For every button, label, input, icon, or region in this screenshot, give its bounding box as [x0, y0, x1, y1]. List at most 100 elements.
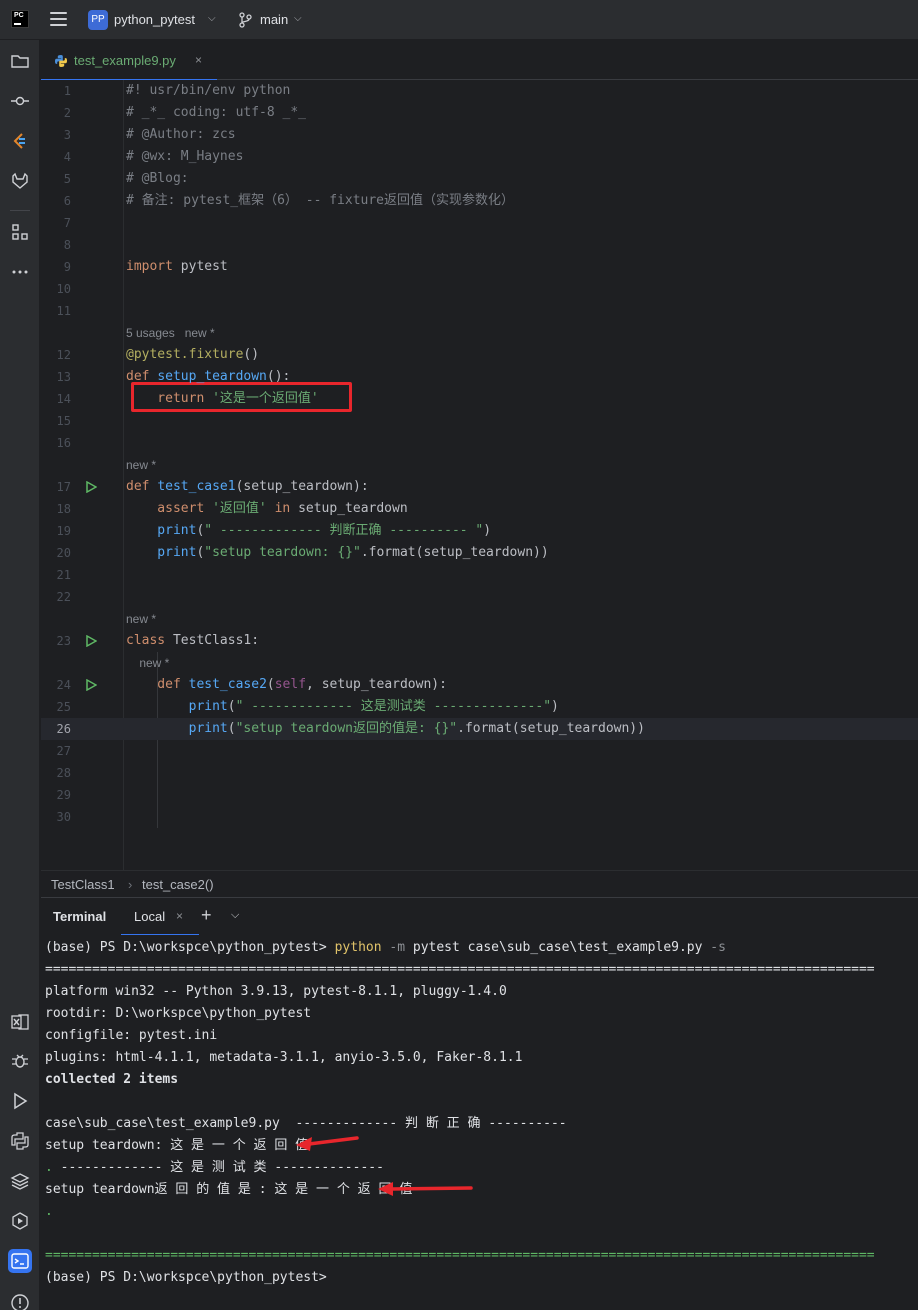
code-line[interactable]: 23 class TestClass1: — [41, 630, 918, 652]
code-lens-hint[interactable]: new * — [41, 454, 918, 476]
chevron-down-icon[interactable]: ⌵ — [231, 909, 239, 922]
run-gutter-icon[interactable] — [85, 481, 97, 493]
python-console-icon[interactable] — [8, 1129, 32, 1153]
excel-icon[interactable] — [8, 1010, 32, 1034]
code-line[interactable]: 7 — [41, 212, 918, 234]
code-line[interactable]: 14 return '这是一个返回值' — [41, 388, 918, 410]
line-number[interactable]: 10 — [41, 278, 71, 300]
terminal-tab-local[interactable]: Local × — [121, 898, 199, 936]
structure-icon[interactable] — [8, 220, 32, 244]
code-line[interactable]: 18 assert '返回值' in setup_teardown — [41, 498, 918, 520]
code-line[interactable]: 4 # @wx: M_Haynes — [41, 146, 918, 168]
usage-hint[interactable]: 5 usages new * — [126, 322, 215, 344]
line-number[interactable]: 30 — [41, 806, 71, 828]
code-line[interactable]: 11 — [41, 300, 918, 322]
code-editor[interactable]: 1 #! usr/bin/env python 2 # _*_ coding: utf… — [41, 80, 918, 870]
code-line[interactable]: 24 def test_case2(self, setup_teardown): — [41, 674, 918, 696]
main-menu-icon[interactable] — [50, 12, 67, 26]
project-badge[interactable]: PP — [88, 10, 108, 30]
folder-icon[interactable] — [8, 49, 32, 73]
usage-hint[interactable]: new * — [126, 454, 156, 476]
more-icon[interactable] — [8, 260, 32, 284]
code-line[interactable]: 3 # @Author: zcs — [41, 124, 918, 146]
line-number[interactable]: 21 — [41, 564, 71, 586]
code-line[interactable]: 27 — [41, 740, 918, 762]
services-icon[interactable] — [8, 1209, 32, 1233]
line-number[interactable]: 7 — [41, 212, 71, 234]
line-number[interactable]: 1 — [41, 80, 71, 102]
code-line[interactable]: 16 — [41, 432, 918, 454]
line-number[interactable]: 22 — [41, 586, 71, 608]
close-icon[interactable]: × — [176, 909, 183, 923]
code-line[interactable]: 17 def test_case1(setup_teardown): — [41, 476, 918, 498]
code-line[interactable]: 25 print(" ------------- 这是测试类 ---------… — [41, 696, 918, 718]
usage-hint[interactable]: new * — [126, 652, 169, 674]
chevron-down-icon[interactable]: ⌵ — [208, 13, 216, 24]
code-line[interactable]: 20 print("setup teardown: {}".format(set… — [41, 542, 918, 564]
gitlab-icon[interactable] — [8, 169, 32, 193]
new-terminal-tab-button[interactable]: + — [201, 905, 212, 926]
commit-icon[interactable] — [8, 89, 32, 113]
line-number[interactable]: 13 — [41, 366, 71, 388]
line-number[interactable]: 20 — [41, 542, 71, 564]
editor-tab-test-example9[interactable]: test_example9.py × — [41, 40, 217, 81]
line-number[interactable]: 15 — [41, 410, 71, 432]
line-number[interactable]: 24 — [41, 674, 71, 696]
pycharm-logo-icon[interactable]: PC — [11, 10, 29, 28]
problems-icon[interactable] — [8, 1291, 32, 1310]
code-line[interactable]: 10 — [41, 278, 918, 300]
line-number[interactable]: 6 — [41, 190, 71, 212]
line-number[interactable]: 8 — [41, 234, 71, 256]
run-gutter-icon[interactable] — [85, 679, 97, 691]
code-line[interactable]: 15 — [41, 410, 918, 432]
run-icon[interactable] — [8, 1089, 32, 1113]
code-line[interactable]: 5 # @Blog: — [41, 168, 918, 190]
layers-icon[interactable] — [8, 1169, 32, 1193]
line-number[interactable]: 18 — [41, 498, 71, 520]
branch-name[interactable]: main — [260, 12, 288, 27]
line-number[interactable]: 27 — [41, 740, 71, 762]
line-number[interactable]: 29 — [41, 784, 71, 806]
line-number[interactable]: 26 — [41, 718, 71, 740]
project-name[interactable]: python_pytest — [114, 12, 195, 27]
breadcrumb-method[interactable]: test_case2() — [142, 877, 214, 892]
line-number[interactable]: 11 — [41, 300, 71, 322]
code-line[interactable]: 29 — [41, 784, 918, 806]
code-lens-hint[interactable]: new * — [41, 652, 918, 674]
code-line[interactable]: 9 import pytest — [41, 256, 918, 278]
line-number[interactable]: 9 — [41, 256, 71, 278]
code-lens-hint[interactable]: 5 usages new * — [41, 322, 918, 344]
code-line[interactable]: 6 # 备注: pytest_框架（6） -- fixture返回值（实现参数化） — [41, 190, 918, 212]
line-number[interactable]: 17 — [41, 476, 71, 498]
code-line[interactable]: 2 # _*_ coding: utf-8 _*_ — [41, 102, 918, 124]
terminal-icon[interactable] — [8, 1249, 32, 1273]
code-line[interactable]: 1 #! usr/bin/env python — [41, 80, 918, 102]
pull-requests-icon[interactable] — [8, 129, 32, 153]
branch-icon[interactable] — [238, 12, 252, 28]
line-number[interactable]: 4 — [41, 146, 71, 168]
code-line[interactable]: 22 — [41, 586, 918, 608]
close-icon[interactable]: × — [195, 53, 202, 67]
run-gutter-icon[interactable] — [85, 635, 97, 647]
line-number[interactable]: 14 — [41, 388, 71, 410]
code-line[interactable]: 30 — [41, 806, 918, 828]
code-line[interactable]: 19 print(" ------------- 判断正确 ----------… — [41, 520, 918, 542]
code-line[interactable]: 28 — [41, 762, 918, 784]
chevron-down-icon[interactable]: ⌵ — [294, 13, 302, 24]
breadcrumb-class[interactable]: TestClass1 — [51, 877, 115, 892]
code-line[interactable]: 8 — [41, 234, 918, 256]
code-line[interactable]: 13 def setup_teardown(): — [41, 366, 918, 388]
code-line[interactable]: 21 — [41, 564, 918, 586]
line-number[interactable]: 3 — [41, 124, 71, 146]
code-line[interactable]: 12 @pytest.fixture() — [41, 344, 918, 366]
line-number[interactable]: 12 — [41, 344, 71, 366]
line-number[interactable]: 28 — [41, 762, 71, 784]
code-line[interactable]: 26 print("setup teardown返回的值是: {}".forma… — [41, 718, 918, 740]
usage-hint[interactable]: new * — [126, 608, 156, 630]
code-lens-hint[interactable]: new * — [41, 608, 918, 630]
line-number[interactable]: 25 — [41, 696, 71, 718]
line-number[interactable]: 23 — [41, 630, 71, 652]
debug-icon[interactable] — [8, 1049, 32, 1073]
line-number[interactable]: 2 — [41, 102, 71, 124]
line-number[interactable]: 19 — [41, 520, 71, 542]
